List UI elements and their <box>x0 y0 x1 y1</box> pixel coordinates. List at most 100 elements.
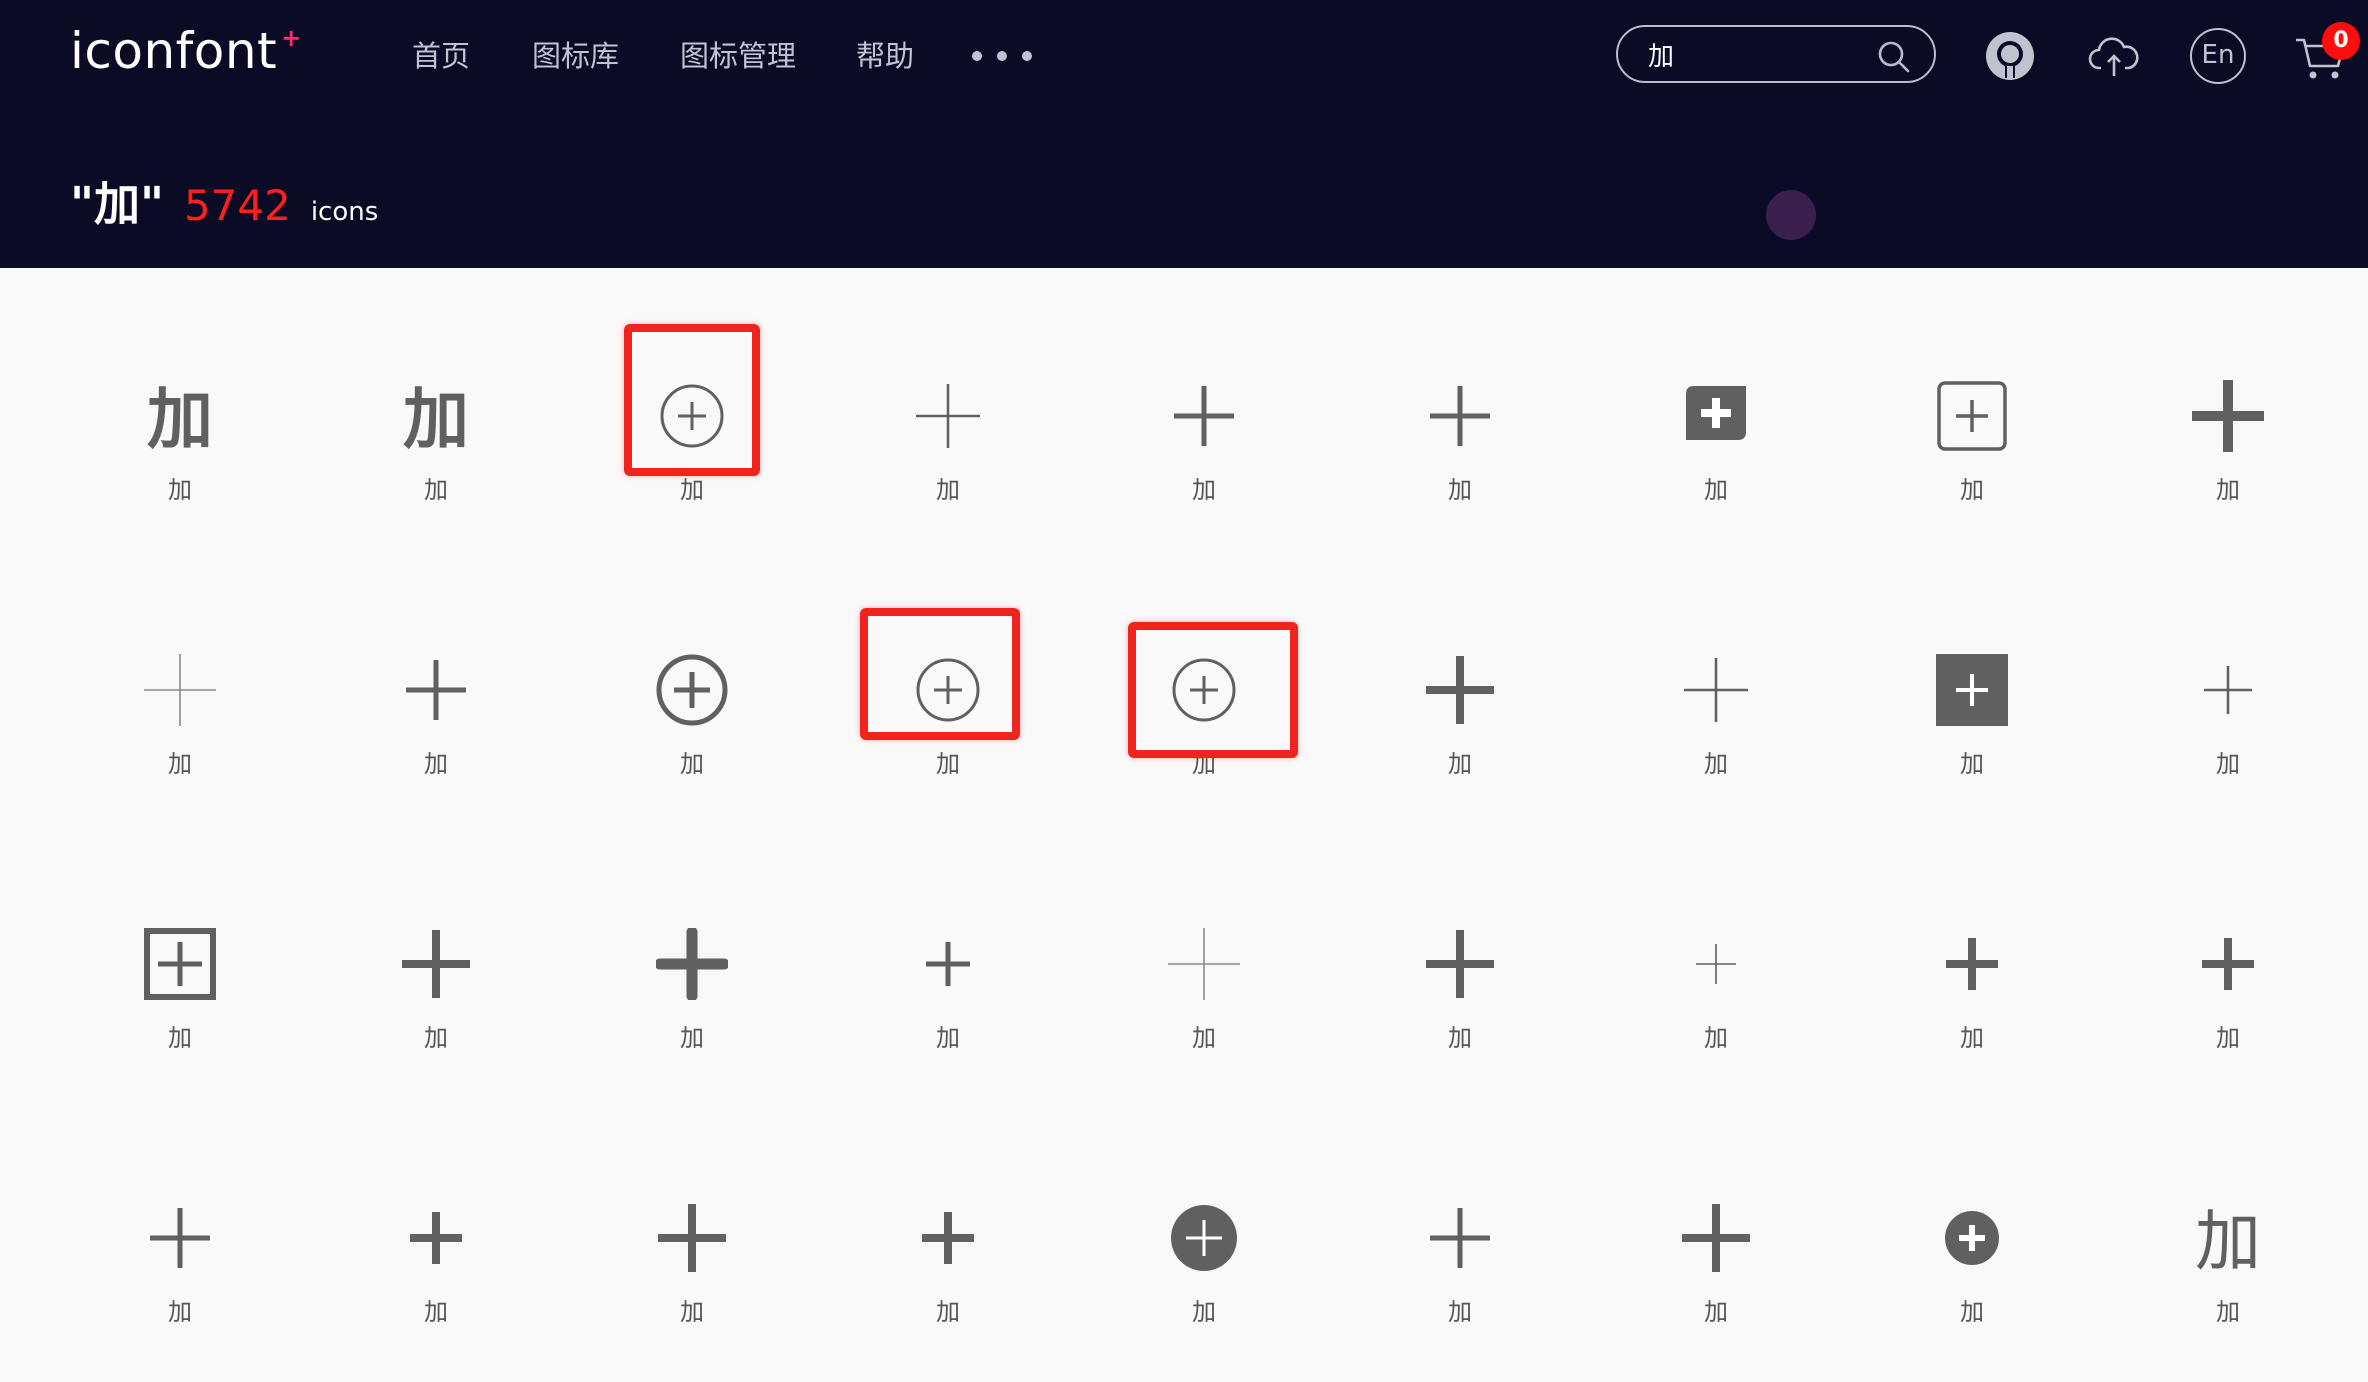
icon-card[interactable]: 加 <box>336 1162 536 1382</box>
plus-icon <box>1686 386 1746 440</box>
icon-card-label: 加 <box>1704 476 1728 504</box>
icon-card-label: 加 <box>168 750 192 778</box>
icon-card[interactable]: 加 <box>1616 888 1816 1108</box>
icon-card-label: 加 <box>1192 750 1216 778</box>
icon-card[interactable]: 加 <box>592 340 792 560</box>
plus-icon <box>926 942 970 986</box>
icon-card-label: 加 <box>1960 1298 1984 1326</box>
search-result-summary: "加" 5742 icons <box>70 168 378 238</box>
plus-icon <box>144 928 216 1000</box>
search-input[interactable] <box>1648 35 1868 73</box>
icon-card-label: 加 <box>424 750 448 778</box>
icon-card-label: 加 <box>1448 476 1472 504</box>
icon-card[interactable]: 加 <box>1872 614 2072 834</box>
icon-card[interactable]: 加加 <box>336 340 536 560</box>
icon-card-label: 加 <box>1704 1024 1728 1052</box>
plus-icon <box>658 1204 726 1272</box>
icon-card[interactable]: 加 <box>848 614 1048 834</box>
top-header: iconfont + 首页 图标库 图标管理 帮助 En 0 "加" 5 <box>0 0 2368 268</box>
icon-card-label: 加 <box>168 476 192 504</box>
plus-icon: 加 <box>403 381 469 452</box>
icon-card[interactable]: 加 <box>1360 340 1560 560</box>
icon-card[interactable]: 加 <box>1104 888 1304 1108</box>
icon-grid: 加加加加加加加加加加加加加加加加加加加加加加加加加加加加加加加加加加加加加加加 <box>0 268 2368 1356</box>
logo-plus-mark: + <box>281 24 302 52</box>
decorative-dot <box>1766 190 1816 240</box>
icon-card[interactable]: 加 <box>1104 340 1304 560</box>
plus-icon <box>1946 938 1998 990</box>
icon-card[interactable]: 加加 <box>80 340 280 560</box>
plus-icon <box>656 928 728 1000</box>
plus-icon <box>410 1212 462 1264</box>
icon-card[interactable]: 加 <box>848 1162 1048 1382</box>
svg-text:加: 加 <box>403 381 469 452</box>
plus-icon <box>1426 656 1494 724</box>
icon-card-label: 加 <box>424 1024 448 1052</box>
search-box <box>1616 25 1936 83</box>
icon-card[interactable]: 加 <box>592 888 792 1108</box>
icon-card-label: 加 <box>680 1024 704 1052</box>
icon-card-label: 加 <box>1960 476 1984 504</box>
icon-card[interactable]: 加加 <box>2128 1162 2328 1382</box>
search-icon[interactable] <box>1876 39 1912 75</box>
nav-icon-management[interactable]: 图标管理 <box>680 28 796 84</box>
icon-card-label: 加 <box>936 1298 960 1326</box>
icon-card[interactable]: 加 <box>1360 1162 1560 1382</box>
plus-icon <box>1430 386 1490 446</box>
icon-card[interactable]: 加 <box>80 1162 280 1382</box>
icon-card[interactable]: 加 <box>2128 888 2328 1108</box>
upload-cloud-icon[interactable] <box>2086 28 2142 84</box>
icon-card[interactable]: 加 <box>80 888 280 1108</box>
icon-card-label: 加 <box>2216 1298 2240 1326</box>
icon-card[interactable]: 加 <box>1872 1162 2072 1382</box>
icon-card[interactable]: 加 <box>848 340 1048 560</box>
icon-card-label: 加 <box>1448 750 1472 778</box>
icon-card[interactable]: 加 <box>336 888 536 1108</box>
result-query: "加" <box>70 177 164 231</box>
icon-card[interactable]: 加 <box>1104 1162 1304 1382</box>
plus-icon <box>1168 928 1240 1000</box>
github-icon[interactable] <box>1982 28 2038 84</box>
nav-help[interactable]: 帮助 <box>856 28 914 84</box>
icon-card-label: 加 <box>680 750 704 778</box>
icon-card[interactable]: 加 <box>336 614 536 834</box>
iconfont-logo[interactable]: iconfont + <box>70 18 301 88</box>
icon-card[interactable]: 加 <box>1360 614 1560 834</box>
icon-card[interactable]: 加 <box>1104 614 1304 834</box>
plus-icon <box>2202 938 2254 990</box>
icon-card[interactable]: 加 <box>592 614 792 834</box>
icon-card[interactable]: 加 <box>592 1162 792 1382</box>
icon-card[interactable]: 加 <box>848 888 1048 1108</box>
icon-card[interactable]: 加 <box>1360 888 1560 1108</box>
plus-icon <box>916 658 980 722</box>
icon-card-label: 加 <box>168 1298 192 1326</box>
icon-card-label: 加 <box>936 1024 960 1052</box>
icon-card-label: 加 <box>1960 750 1984 778</box>
plus-icon <box>1936 654 2008 726</box>
logo-text: iconfont <box>70 22 278 80</box>
nav-more-button[interactable] <box>972 28 1032 84</box>
icon-card-label: 加 <box>680 476 704 504</box>
icon-card-label: 加 <box>1704 750 1728 778</box>
icon-card[interactable]: 加 <box>1616 1162 1816 1382</box>
plus-icon <box>2204 666 2252 714</box>
icon-card-label: 加 <box>936 750 960 778</box>
result-unit: icons <box>310 197 379 227</box>
icon-card-label: 加 <box>2216 476 2240 504</box>
icon-card[interactable]: 加 <box>1872 888 2072 1108</box>
plus-icon <box>1172 658 1236 722</box>
language-en-icon[interactable]: En <box>2190 28 2246 84</box>
plus-icon: 加 <box>2195 1203 2261 1274</box>
nav-home[interactable]: 首页 <box>412 28 470 84</box>
icon-card[interactable]: 加 <box>80 614 280 834</box>
icon-card[interactable]: 加 <box>1872 340 2072 560</box>
icon-card[interactable]: 加 <box>2128 340 2328 560</box>
icon-card[interactable]: 加 <box>2128 614 2328 834</box>
icon-card[interactable]: 加 <box>1616 614 1816 834</box>
svg-text:加: 加 <box>2195 1203 2261 1274</box>
plus-icon <box>922 1212 974 1264</box>
nav-icon-library[interactable]: 图标库 <box>532 28 619 84</box>
plus-icon <box>144 654 216 726</box>
icon-card[interactable]: 加 <box>1616 340 1816 560</box>
icon-card-label: 加 <box>424 1298 448 1326</box>
